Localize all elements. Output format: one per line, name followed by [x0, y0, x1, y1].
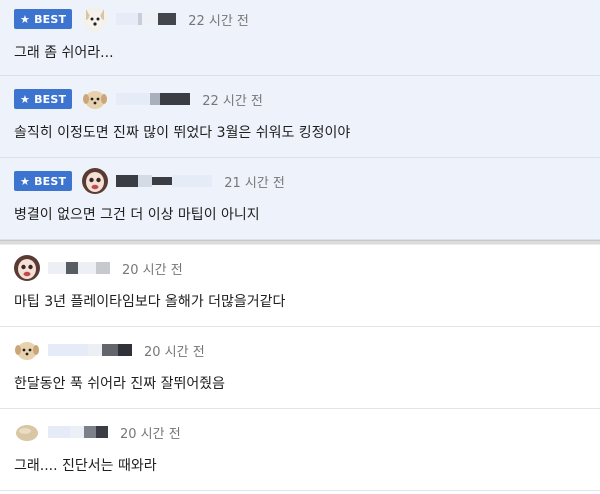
comment-meta: 20 시간 전: [14, 337, 205, 363]
comment-meta: 20 시간 전: [14, 419, 181, 445]
author-nickname-blurred[interactable]: [116, 174, 213, 188]
face-avatar[interactable]: [82, 168, 109, 194]
comment-time: 22 시간 전: [202, 93, 263, 109]
author-nickname-blurred[interactable]: [48, 261, 110, 275]
comment-meta: 20 시간 전: [14, 255, 183, 281]
comment-item: 20 시간 전 한달동안 푹 쉬어라 진짜 잘뛰어줬음: [0, 327, 600, 409]
comment-item: ★ BEST 21 시간 전 병결이 없으면 그건 더 이상 마팁이 아니지: [0, 158, 600, 240]
best-badge: ★ BEST: [14, 89, 73, 109]
comment-item: ★ BEST 22 시간 전 솔직히 이정도면 진짜 많이 뛰었다 3월은 쉬워도…: [0, 76, 600, 158]
comment-time: 22 시간 전: [188, 13, 249, 29]
comment-text: 병결이 없으면 그건 더 이상 마팁이 아니지: [14, 207, 260, 223]
comment-time: 20 시간 전: [122, 262, 183, 278]
best-badge-label: BEST: [34, 174, 67, 188]
blob-avatar[interactable]: [14, 419, 40, 445]
star-icon: ★: [20, 12, 31, 26]
comment-meta: ★ BEST 21 시간 전: [14, 168, 285, 194]
comment-text: 그래 좀 쉬어라...: [14, 45, 114, 61]
comment-text: 마팁 3년 플레이타임보다 올해가 더많을거같다: [14, 294, 286, 310]
face-avatar[interactable]: [14, 255, 40, 281]
comment-item: 20 시간 전 마팁 3년 플레이타임보다 올해가 더많을거같다: [0, 245, 600, 327]
comment-meta: ★ BEST 22 시간 전: [14, 86, 263, 112]
comment-list: ★ BEST 22 시간 전 그래 좀 쉬어라... ★ BEST 22 시간 전 …: [0, 0, 600, 491]
comment-item: 20 시간 전 그래.... 진단서는 때와라: [0, 409, 600, 491]
best-badge: ★ BEST: [14, 9, 73, 29]
best-badge: ★ BEST: [14, 171, 73, 191]
comment-text: 한달동안 푹 쉬어라 진짜 잘뛰어줬음: [14, 376, 225, 392]
comment-item: ★ BEST 22 시간 전 그래 좀 쉬어라...: [0, 0, 600, 76]
comment-text: 그래.... 진단서는 때와라: [14, 458, 157, 474]
puppy-avatar[interactable]: [82, 86, 109, 112]
author-nickname-blurred[interactable]: [48, 343, 132, 357]
puppy-avatar[interactable]: [14, 337, 40, 363]
comment-time: 20 시간 전: [120, 426, 181, 442]
best-badge-label: BEST: [34, 12, 67, 26]
star-icon: ★: [20, 174, 31, 188]
author-nickname-blurred[interactable]: [48, 425, 108, 439]
author-nickname-blurred[interactable]: [116, 12, 177, 26]
author-nickname-blurred[interactable]: [116, 92, 191, 106]
dog-face-avatar[interactable]: [82, 6, 109, 32]
comment-text: 솔직히 이정도면 진짜 많이 뛰었다 3월은 쉬워도 킹정이야: [14, 125, 351, 141]
star-icon: ★: [20, 92, 31, 106]
best-badge-label: BEST: [34, 92, 67, 106]
comment-meta: ★ BEST 22 시간 전: [14, 6, 249, 32]
comment-time: 21 시간 전: [224, 175, 285, 191]
comment-time: 20 시간 전: [144, 344, 205, 360]
